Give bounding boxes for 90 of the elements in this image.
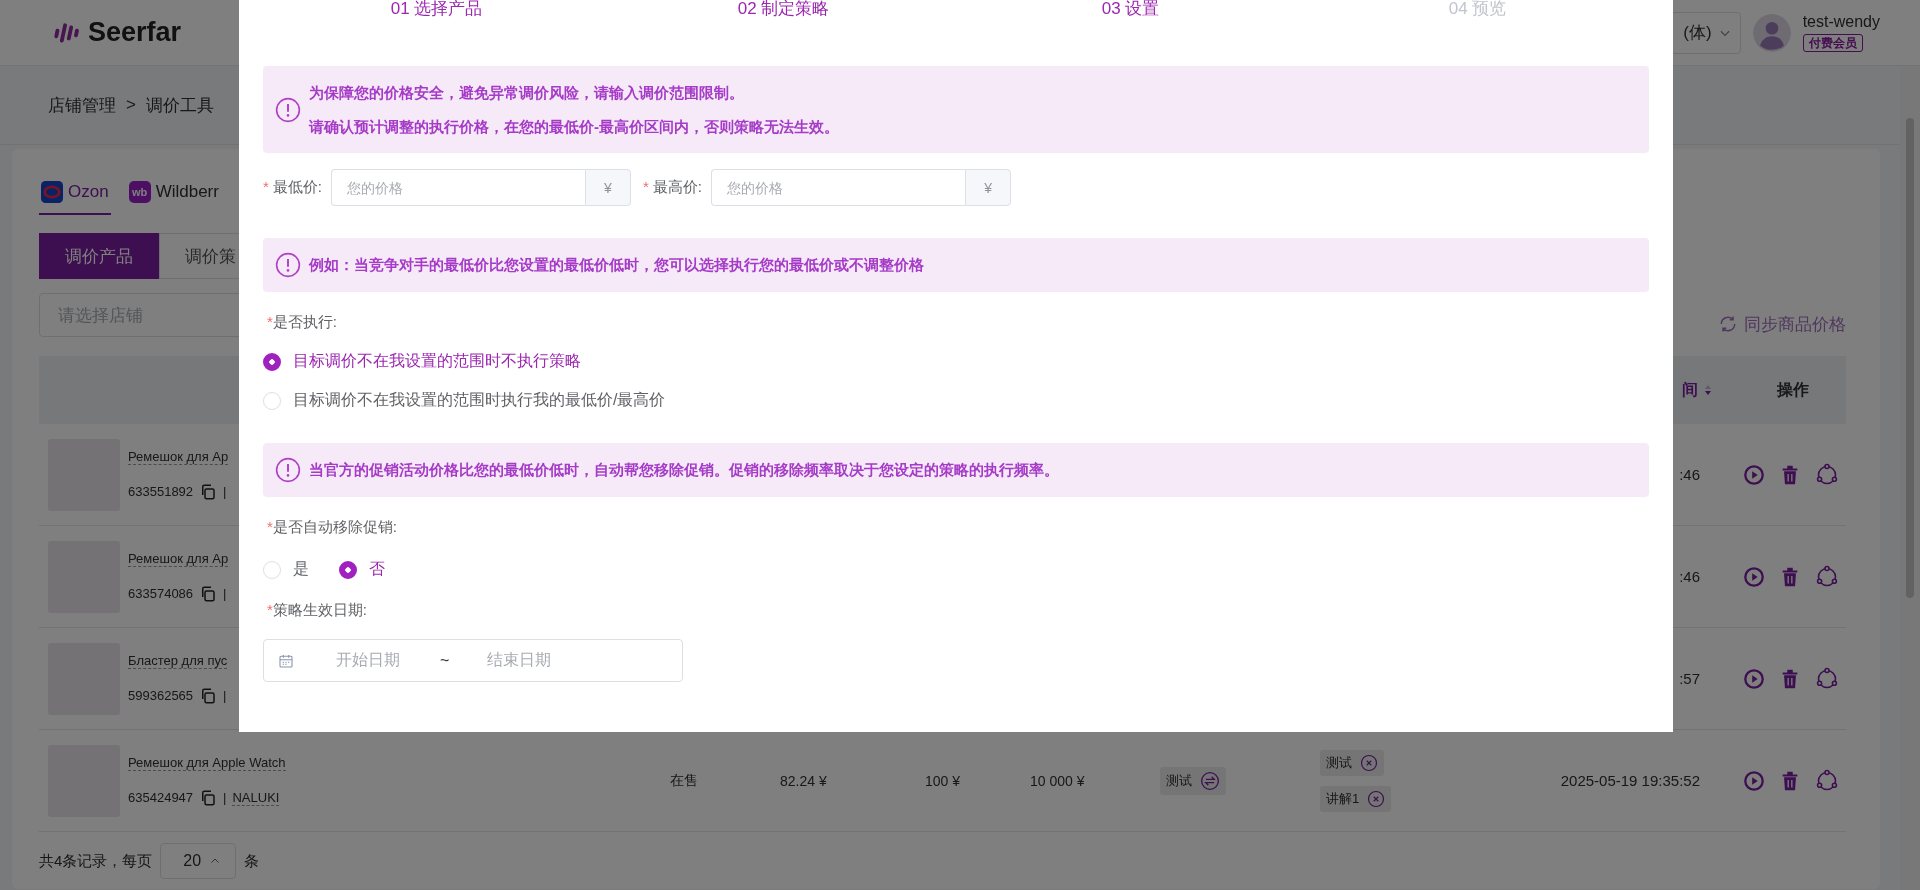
alert-icon (275, 252, 301, 278)
option-label[interactable]: 目标调价不在我设置的范围时不执行策略 (293, 351, 581, 372)
copy-icon[interactable] (199, 482, 218, 501)
notice-text: 例如：当竞争对手的最低价比您设置的最低价低时，您可以选择执行您的最低价或不调整价格 (309, 255, 924, 275)
breadcrumb-item[interactable]: 店铺管理 (48, 93, 116, 117)
price-input[interactable]: 您的价格 (711, 169, 966, 206)
column-header[interactable]: 间 (1682, 379, 1698, 401)
product-id: 599362565 (128, 688, 194, 703)
cycle-icon[interactable] (1815, 462, 1839, 487)
required-mark: * (267, 518, 273, 537)
radio-button[interactable] (263, 352, 281, 371)
pagination-suffix: 条 (244, 851, 260, 871)
notice-text: 当官方的促销活动价格比您的最低价低时，自动帮您移除促销。促销的移除频率取决于您设定的策略的执行频率。 (309, 460, 1059, 480)
alert-icon (275, 96, 301, 123)
price-input[interactable]: 您的价格 (331, 169, 585, 206)
notice-text: 请确认预计调整的执行价格，在您的最低价-最高价区间内，否则策略无法生效。 (309, 116, 839, 137)
cycle-icon[interactable] (1815, 768, 1839, 793)
product-name-link[interactable]: Ремешок для Ap (128, 448, 229, 465)
field-label: 最低价: (272, 178, 322, 197)
divider-mark: | (223, 484, 227, 499)
cycle-icon[interactable] (1815, 564, 1839, 589)
required-mark: * (267, 601, 273, 620)
play-icon[interactable] (1743, 769, 1765, 792)
member-badge: 付费会员 (1802, 34, 1863, 52)
max-price-text: 10 000 ¥ (1030, 772, 1085, 789)
field-label: 是否自动移除促销: (272, 518, 397, 537)
strategy-tag[interactable]: 测试 (1160, 766, 1226, 795)
timestamp-text: :46 (1679, 466, 1700, 483)
timestamp-text: 2025-05-19 19:35:52 (1560, 772, 1700, 789)
price-text: 82.24 ¥ (780, 772, 827, 789)
refresh-icon (1718, 314, 1738, 334)
remove-icon[interactable] (1367, 789, 1386, 808)
product-id: 635424947 (128, 790, 194, 805)
label-tag: 测试 (1320, 749, 1384, 776)
divider-mark: | (223, 688, 227, 703)
divider-mark: | (223, 586, 227, 601)
sync-prices-button[interactable]: 同步商品价格 (1718, 312, 1846, 336)
copy-icon[interactable] (199, 788, 218, 807)
logo-text: Seerfar (88, 17, 182, 48)
step-label[interactable]: 02 制定策略 (610, 0, 957, 20)
currency-addon: ¥ (585, 169, 631, 206)
breadcrumb-separator: > (126, 95, 136, 115)
avatar-icon (1752, 13, 1791, 52)
platform-tab[interactable]: Ozon (39, 179, 111, 215)
required-mark: * (267, 313, 273, 332)
divider-mark: | (223, 790, 227, 805)
status-text: 在售 (670, 771, 698, 788)
required-mark: * (643, 178, 649, 197)
shop-name-link[interactable]: NALUKI (232, 789, 280, 806)
radio-button[interactable] (339, 560, 357, 579)
pagination-summary: 共4条记录，每页 (39, 851, 153, 871)
option-label[interactable]: 是 (293, 559, 309, 580)
view-tab[interactable]: 调价产品 (39, 233, 159, 279)
calendar-icon (278, 652, 294, 669)
cycle-icon[interactable] (1815, 666, 1839, 691)
date-range-field[interactable]: 开始日期 ~ 结束日期 (263, 639, 683, 682)
timestamp-text: :57 (1679, 670, 1700, 687)
notice-text: 为保障您的价格安全，避免异常调价风险，请输入调价范围限制。 (309, 82, 745, 103)
breadcrumb-item: 调价工具 (145, 94, 214, 117)
wb-logo-icon: wb (128, 181, 151, 203)
product-id: 633574086 (128, 586, 194, 601)
user-name: test-wendy (1802, 13, 1880, 31)
timestamp-text: :46 (1679, 568, 1700, 585)
product-name-link[interactable]: Бластер для пус (128, 652, 228, 669)
label-tag: 讲解1 (1320, 785, 1392, 812)
field-label: 策略生效日期: (272, 601, 367, 620)
product-name-link[interactable]: Ремешок для Apple Watch (128, 754, 286, 771)
platform-tab[interactable]: wb Wildberr (126, 179, 221, 215)
step-label[interactable]: 01 选择产品 (263, 0, 610, 20)
remove-icon[interactable] (1360, 753, 1378, 772)
swap-icon[interactable] (1200, 770, 1220, 791)
copy-icon[interactable] (199, 686, 218, 705)
ozon-logo-icon (41, 181, 63, 203)
field-label: 是否执行: (272, 313, 337, 332)
copy-icon[interactable] (199, 584, 218, 603)
column-header: 操作 (1775, 379, 1810, 400)
min-price-text: 100 ¥ (925, 772, 961, 789)
page-size-select[interactable]: 20 (160, 843, 237, 879)
currency-addon: ¥ (965, 169, 1012, 206)
play-icon[interactable] (1743, 463, 1765, 486)
play-icon[interactable] (1743, 565, 1765, 588)
play-icon[interactable] (1743, 667, 1765, 690)
product-id: 633551892 (128, 484, 194, 499)
product-name-link[interactable]: Ремешок для Ap (128, 550, 229, 567)
option-label[interactable]: 目标调价不在我设置的范围时执行我的最低价/最高价 (293, 390, 666, 411)
step-label[interactable]: 03 设置 (957, 0, 1304, 20)
field-label: 最高价: (652, 178, 703, 197)
alert-icon (275, 457, 301, 483)
option-label[interactable]: 否 (369, 559, 385, 580)
required-mark: * (263, 178, 269, 197)
